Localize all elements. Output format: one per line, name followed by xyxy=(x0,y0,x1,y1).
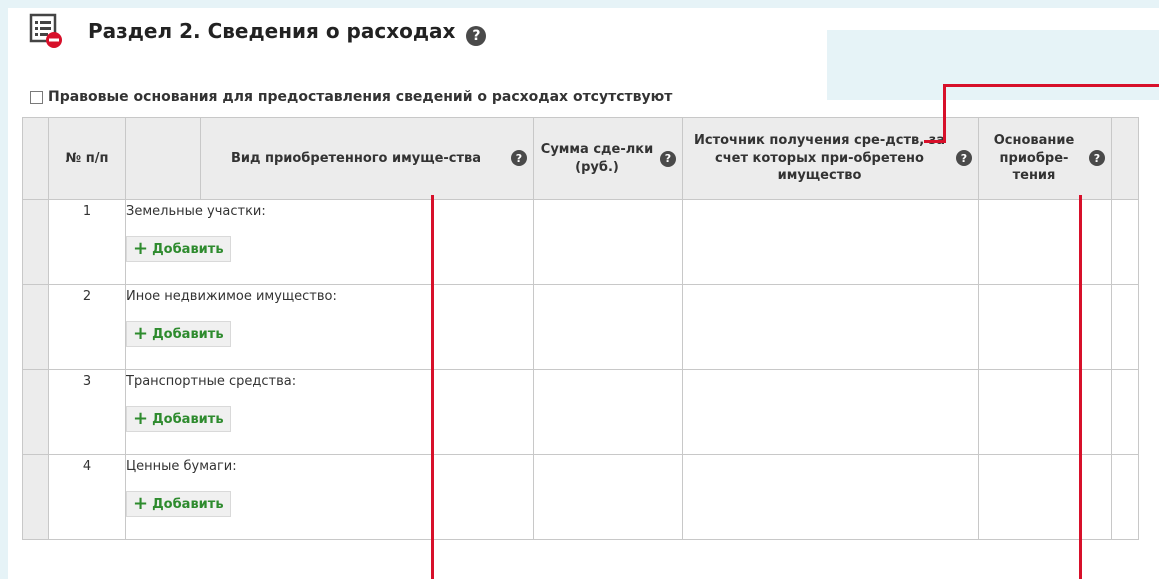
amount-cell xyxy=(533,454,683,540)
row-gutter xyxy=(22,454,49,540)
section-title-text: Раздел 2. Сведения о расходах xyxy=(88,19,456,43)
row-category-label: Иное недвижимое имущество: xyxy=(126,289,337,304)
add-button[interactable]: + Добавить xyxy=(126,236,231,262)
annotation-line xyxy=(943,84,946,142)
list-remove-icon xyxy=(29,13,62,48)
plus-icon: + xyxy=(133,323,149,344)
help-icon[interactable]: ? xyxy=(466,26,487,46)
basis-cell xyxy=(978,284,1112,370)
header-gutter xyxy=(22,117,49,200)
row-gutter xyxy=(22,369,49,455)
row-category-label: Ценные бумаги: xyxy=(126,459,237,474)
table-row: 2 Иное недвижимое имущество: + Добавить xyxy=(22,284,1139,370)
table-row: 3 Транспортные средства: + Добавить xyxy=(22,369,1139,455)
row-gutter xyxy=(22,199,49,285)
header-gutter-right xyxy=(1111,117,1139,200)
help-icon[interactable]: ? xyxy=(1089,150,1105,167)
plus-icon: + xyxy=(133,493,149,514)
row-gutter-right xyxy=(1111,369,1139,455)
row-gutter-right xyxy=(1111,199,1139,285)
row-gutter xyxy=(22,284,49,370)
source-cell xyxy=(682,369,979,455)
header-spacer xyxy=(125,117,201,200)
amount-cell xyxy=(533,369,683,455)
add-button[interactable]: + Добавить xyxy=(126,406,231,432)
row-number: 1 xyxy=(48,199,126,285)
row-category: Ценные бумаги: + Добавить xyxy=(125,454,534,540)
row-number: 4 xyxy=(48,454,126,540)
annotation-line xyxy=(943,84,1159,87)
source-cell xyxy=(682,454,979,540)
annotation-line xyxy=(431,195,434,579)
row-category: Транспортные средства: + Добавить xyxy=(125,369,534,455)
amount-cell xyxy=(533,199,683,285)
basis-cell xyxy=(978,199,1112,285)
annotation-line xyxy=(1079,195,1082,579)
add-button[interactable]: + Добавить xyxy=(126,491,231,517)
row-gutter-right xyxy=(1111,284,1139,370)
table-row: 1 Земельные участки: + Добавить xyxy=(22,199,1139,285)
header-amount: Сумма сде-лки (руб.) ? xyxy=(533,117,683,200)
table-row: 4 Ценные бумаги: + Добавить xyxy=(22,454,1139,540)
source-cell xyxy=(682,284,979,370)
row-number: 3 xyxy=(48,369,126,455)
header-num: № п/п xyxy=(48,117,126,200)
header-type: Вид приобретенного имуще-ства ? xyxy=(200,117,534,200)
row-category: Земельные участки: + Добавить xyxy=(125,199,534,285)
section-title: Раздел 2. Сведения о расходах ? xyxy=(88,19,487,46)
table-header-row: № п/п Вид приобретенного имуще-ства ? Су… xyxy=(22,117,1139,200)
no-legal-basis-row: Правовые основания для предоставления св… xyxy=(30,89,672,105)
header-basis: Основание приобре-тения ? xyxy=(978,117,1112,200)
row-category-label: Транспортные средства: xyxy=(126,374,297,389)
plus-icon: + xyxy=(133,408,149,429)
annotation-line xyxy=(924,140,946,143)
header-source: Источник получения сре-дств, за счет кот… xyxy=(682,117,979,200)
plus-icon: + xyxy=(133,238,149,259)
add-button[interactable]: + Добавить xyxy=(126,321,231,347)
help-icon[interactable]: ? xyxy=(511,150,527,167)
row-number: 2 xyxy=(48,284,126,370)
row-category-label: Земельные участки: xyxy=(126,204,266,219)
row-category: Иное недвижимое имущество: + Добавить xyxy=(125,284,534,370)
help-icon[interactable]: ? xyxy=(660,150,676,167)
row-gutter-right xyxy=(1111,454,1139,540)
source-cell xyxy=(682,199,979,285)
amount-cell xyxy=(533,284,683,370)
basis-cell xyxy=(978,369,1112,455)
no-legal-basis-label: Правовые основания для предоставления св… xyxy=(48,89,673,105)
help-icon[interactable]: ? xyxy=(956,150,972,167)
basis-cell xyxy=(978,454,1112,540)
expenses-table: № п/п Вид приобретенного имуще-ства ? Су… xyxy=(22,117,1139,540)
info-panel xyxy=(827,30,1159,100)
no-legal-basis-checkbox[interactable] xyxy=(30,90,43,104)
